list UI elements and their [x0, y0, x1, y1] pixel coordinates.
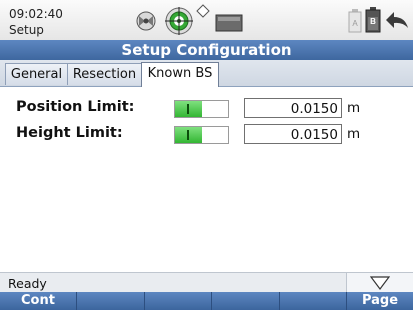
back-arrow-icon[interactable] — [385, 10, 409, 34]
status-text: Ready — [8, 276, 47, 291]
satellite-icon[interactable] — [135, 10, 157, 36]
page-title: Setup Configuration — [0, 40, 413, 60]
toggle-on-indicator — [175, 127, 202, 143]
softkey-f5[interactable] — [280, 292, 347, 310]
tab-general[interactable]: General — [5, 63, 68, 85]
clock-time: 09:02:40 — [9, 7, 63, 21]
svg-text:B: B — [370, 17, 376, 26]
scroll-down-icon — [370, 276, 390, 290]
tab-known-bs[interactable]: Known BS — [141, 62, 219, 87]
top-status-bar: 09:02:40 Setup A B — [0, 0, 413, 41]
height-limit-input[interactable]: 0.0150 — [244, 124, 342, 144]
signal-icon — [196, 3, 210, 22]
position-limit-input[interactable]: 0.0150 — [244, 98, 342, 118]
tab-strip: General Resection Known BS — [0, 60, 413, 87]
height-limit-toggle[interactable] — [174, 126, 229, 144]
height-limit-label: Height Limit: — [16, 125, 123, 141]
tab-resection[interactable]: Resection — [67, 63, 142, 85]
softkey-f3[interactable] — [145, 292, 212, 310]
position-limit-unit: m — [347, 100, 361, 116]
toggle-on-indicator — [175, 101, 202, 117]
position-limit-row: Position Limit: 0.0150 m — [0, 95, 413, 121]
scroll-down-button[interactable] — [346, 273, 413, 293]
softkey-bar: Cont Page — [0, 292, 413, 310]
softkey-f4[interactable] — [212, 292, 280, 310]
battery-a-icon: A — [348, 9, 362, 37]
prism-target-icon[interactable] — [164, 6, 194, 40]
height-limit-unit: m — [347, 126, 361, 142]
mode-label: Setup — [9, 23, 44, 37]
softkey-f6-page[interactable]: Page — [347, 292, 413, 310]
height-limit-row: Height Limit: 0.0150 m — [0, 121, 413, 147]
battery-b-icon: B — [365, 7, 381, 37]
position-limit-toggle[interactable] — [174, 100, 229, 118]
status-line: Ready — [0, 272, 413, 293]
memory-card-icon — [215, 14, 243, 36]
softkey-f2[interactable] — [77, 292, 145, 310]
svg-text:A: A — [352, 19, 358, 28]
softkey-f1-cont[interactable]: Cont — [0, 292, 77, 310]
position-limit-label: Position Limit: — [16, 99, 135, 115]
